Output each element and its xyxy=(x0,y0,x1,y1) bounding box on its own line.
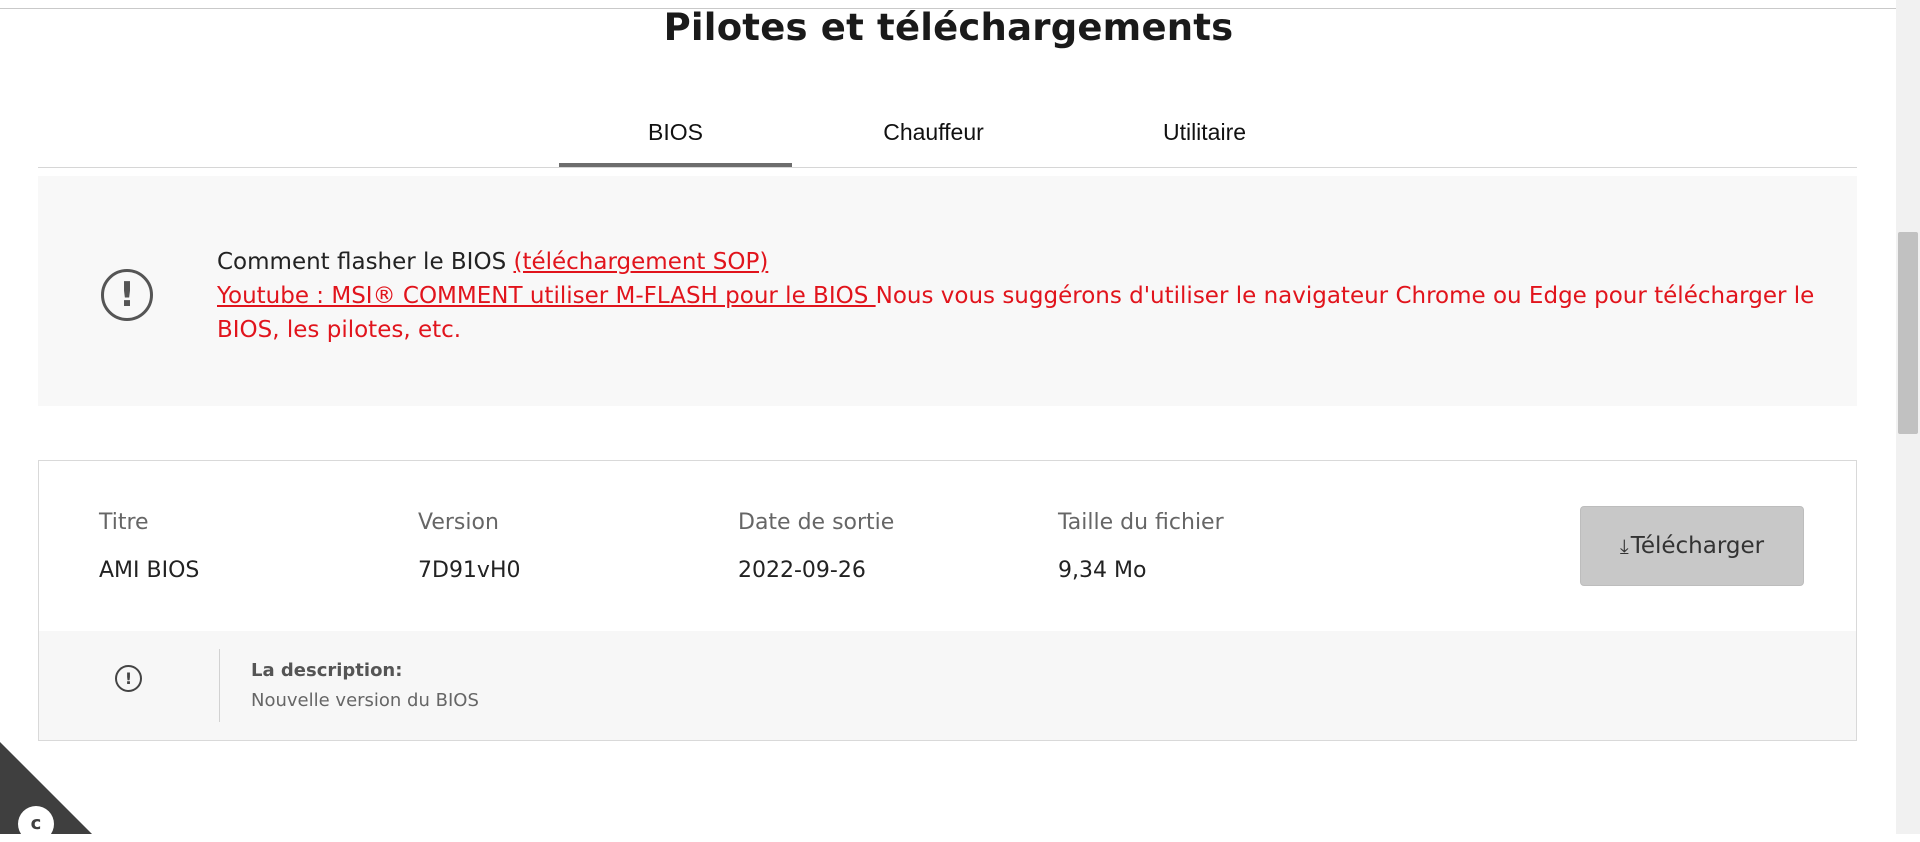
description-text: Nouvelle version du BIOS xyxy=(251,690,479,711)
header-size: Taille du fichier xyxy=(1058,510,1224,535)
gear-icon[interactable]: c xyxy=(18,806,54,842)
exclamation-circle-icon: ! xyxy=(115,665,142,692)
tab-chauffeur[interactable]: Chauffeur xyxy=(817,107,1050,167)
description-row xyxy=(39,631,1856,740)
value-date: 2022-09-26 xyxy=(738,558,866,583)
description-label: La description: xyxy=(251,660,403,681)
notice-text: Comment flasher le BIOS (téléchargement … xyxy=(217,245,1817,347)
exclamation-circle-icon: ! xyxy=(101,269,153,321)
value-titre: AMI BIOS xyxy=(99,558,200,583)
page-title: Pilotes et téléchargements xyxy=(663,6,1234,49)
scrollbar-thumb[interactable] xyxy=(1898,232,1918,434)
header-titre: Titre xyxy=(99,510,149,535)
tab-bios[interactable]: BIOS xyxy=(559,107,792,167)
header-date: Date de sortie xyxy=(738,510,895,535)
header-version: Version xyxy=(418,510,499,535)
notice-line1-prefix: Comment flasher le BIOS xyxy=(217,249,514,275)
download-arrow-icon: ⤓ xyxy=(1619,534,1629,558)
tab-utilitaire[interactable]: Utilitaire xyxy=(1088,107,1321,167)
download-button[interactable]: ⤓Télécharger xyxy=(1580,506,1804,586)
description-divider xyxy=(219,649,220,722)
sop-download-link[interactable]: (téléchargement SOP) xyxy=(513,249,768,275)
youtube-mflash-link[interactable]: Youtube : MSI® COMMENT utiliser M-FLASH … xyxy=(217,283,876,309)
value-version: 7D91vH0 xyxy=(418,558,521,583)
value-size: 9,34 Mo xyxy=(1058,558,1147,583)
tab-bar: BIOS Chauffeur Utilitaire xyxy=(38,107,1857,168)
download-label: Télécharger xyxy=(1630,533,1765,559)
